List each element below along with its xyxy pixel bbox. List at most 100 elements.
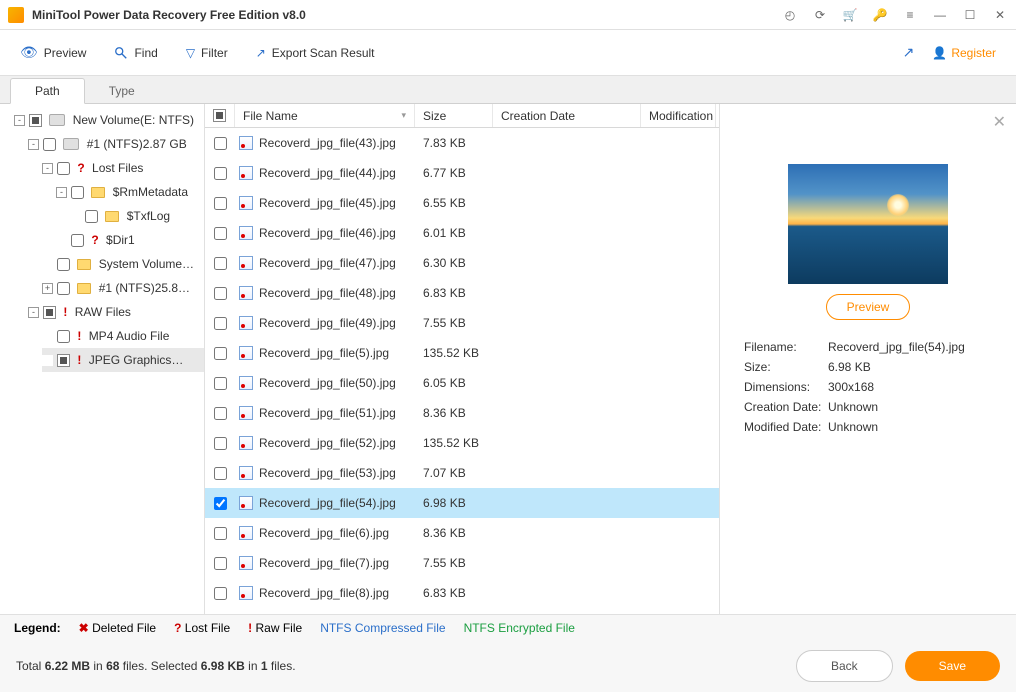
- file-row[interactable]: Recoverd_jpg_file(43).jpg7.83 KB: [205, 128, 719, 158]
- share-icon[interactable]: ↗: [903, 44, 915, 61]
- checkbox-mixed[interactable]: [43, 306, 56, 319]
- collapse-icon[interactable]: -: [42, 163, 53, 174]
- find-button[interactable]: Find: [114, 46, 157, 60]
- preview-open-button[interactable]: Preview: [826, 294, 911, 320]
- checkbox[interactable]: [43, 138, 56, 151]
- checkbox-mixed[interactable]: [57, 354, 70, 367]
- file-size: 135.52 KB: [415, 436, 493, 450]
- tree-item[interactable]: - #1 (NTFS)2.87 GB: [28, 132, 204, 156]
- file-size: 6.77 KB: [415, 166, 493, 180]
- tree-item[interactable]: - New Volume(E: NTFS): [14, 108, 204, 132]
- tree-item[interactable]: $TxfLog: [70, 204, 204, 228]
- maximize-icon[interactable]: ☐: [962, 8, 978, 22]
- checkbox-mixed[interactable]: [29, 114, 42, 127]
- file-row[interactable]: Recoverd_jpg_file(53).jpg7.07 KB: [205, 458, 719, 488]
- tree-item[interactable]: ? $Dir1: [56, 228, 204, 252]
- file-checkbox[interactable]: [214, 497, 227, 510]
- tree-item[interactable]: - ? Lost Files: [42, 156, 204, 180]
- tree-item[interactable]: System Volume…: [42, 252, 204, 276]
- file-row[interactable]: Recoverd_jpg_file(7).jpg7.55 KB: [205, 548, 719, 578]
- file-row[interactable]: Recoverd_jpg_file(8).jpg6.83 KB: [205, 578, 719, 608]
- file-checkbox[interactable]: [214, 437, 227, 450]
- clock-icon[interactable]: ◴: [782, 8, 798, 22]
- tab-path[interactable]: Path: [10, 78, 85, 104]
- menu-icon[interactable]: ≡: [902, 8, 918, 22]
- close-preview-icon[interactable]: ✕: [993, 112, 1006, 132]
- file-checkbox[interactable]: [214, 137, 227, 150]
- tree-item[interactable]: + #1 (NTFS)25.8…: [42, 276, 204, 300]
- file-checkbox[interactable]: [214, 377, 227, 390]
- file-checkbox[interactable]: [214, 167, 227, 180]
- legend-compressed: NTFS Compressed File: [320, 621, 445, 635]
- file-row[interactable]: Recoverd_jpg_file(6).jpg8.36 KB: [205, 518, 719, 548]
- collapse-icon[interactable]: -: [56, 187, 67, 198]
- tree-item[interactable]: - $RmMetadata: [56, 180, 204, 204]
- file-checkbox[interactable]: [214, 227, 227, 240]
- file-checkbox[interactable]: [214, 347, 227, 360]
- filter-button[interactable]: ▽Filter: [186, 46, 228, 60]
- tab-type[interactable]: Type: [85, 79, 159, 103]
- file-checkbox[interactable]: [214, 527, 227, 540]
- checkbox[interactable]: [57, 162, 70, 175]
- tree-item[interactable]: ! MP4 Audio File: [42, 324, 204, 348]
- jpg-icon: [239, 226, 253, 240]
- column-header-size[interactable]: Size: [415, 104, 493, 127]
- key-icon[interactable]: 🔑: [872, 8, 888, 22]
- file-row[interactable]: Recoverd_jpg_file(5).jpg135.52 KB: [205, 338, 719, 368]
- collapse-icon[interactable]: -: [28, 139, 39, 150]
- collapse-icon[interactable]: -: [14, 115, 25, 126]
- file-checkbox[interactable]: [214, 287, 227, 300]
- tree-item[interactable]: - ! RAW Files: [28, 300, 204, 324]
- folder-icon: [77, 259, 91, 270]
- file-row[interactable]: Recoverd_jpg_file(44).jpg6.77 KB: [205, 158, 719, 188]
- tree-item-selected[interactable]: ! JPEG Graphics…: [42, 348, 204, 372]
- select-all-checkbox[interactable]: [213, 109, 226, 122]
- file-row[interactable]: Recoverd_jpg_file(45).jpg6.55 KB: [205, 188, 719, 218]
- register-button[interactable]: 👤Register: [932, 46, 996, 60]
- close-icon[interactable]: ✕: [992, 8, 1008, 22]
- file-row[interactable]: Recoverd_jpg_file(52).jpg135.52 KB: [205, 428, 719, 458]
- checkbox[interactable]: [57, 258, 70, 271]
- back-button[interactable]: Back: [796, 650, 893, 682]
- preview-button[interactable]: 👁Preview: [20, 44, 86, 61]
- column-header-name[interactable]: File Name▾: [235, 104, 415, 127]
- file-checkbox[interactable]: [214, 407, 227, 420]
- drive-icon: [63, 138, 79, 150]
- file-checkbox[interactable]: [214, 257, 227, 270]
- file-row[interactable]: Recoverd_jpg_file(54).jpg6.98 KB: [205, 488, 719, 518]
- file-row[interactable]: Recoverd_jpg_file(49).jpg7.55 KB: [205, 308, 719, 338]
- checkbox[interactable]: [85, 210, 98, 223]
- expand-icon[interactable]: +: [42, 283, 53, 294]
- tree-label: $TxfLog: [127, 209, 170, 223]
- file-checkbox[interactable]: [214, 197, 227, 210]
- save-button[interactable]: Save: [905, 651, 1000, 681]
- file-row[interactable]: Recoverd_jpg_file(48).jpg6.83 KB: [205, 278, 719, 308]
- jpg-icon: [239, 316, 253, 330]
- file-row[interactable]: Recoverd_jpg_file(47).jpg6.30 KB: [205, 248, 719, 278]
- headset-icon[interactable]: ⟳: [812, 8, 828, 22]
- checkbox[interactable]: [71, 234, 84, 247]
- collapse-icon[interactable]: -: [28, 307, 39, 318]
- minimize-icon[interactable]: —: [932, 8, 948, 22]
- column-header-creation[interactable]: Creation Date: [493, 104, 641, 127]
- file-size: 6.05 KB: [415, 376, 493, 390]
- file-row[interactable]: Recoverd_jpg_file(50).jpg6.05 KB: [205, 368, 719, 398]
- checkbox[interactable]: [57, 330, 70, 343]
- file-checkbox[interactable]: [214, 587, 227, 600]
- file-checkbox[interactable]: [214, 557, 227, 570]
- folder-tree[interactable]: - New Volume(E: NTFS) - #1 (NTFS)2.87 GB…: [0, 104, 205, 614]
- cart-icon[interactable]: 🛒: [842, 8, 858, 22]
- file-checkbox[interactable]: [214, 467, 227, 480]
- checkbox[interactable]: [57, 282, 70, 295]
- column-header-modification[interactable]: Modification: [641, 104, 716, 127]
- file-row[interactable]: Recoverd_jpg_file(46).jpg6.01 KB: [205, 218, 719, 248]
- file-size: 7.55 KB: [415, 316, 493, 330]
- file-size: 6.83 KB: [415, 586, 493, 600]
- file-row[interactable]: Recoverd_jpg_file(51).jpg8.36 KB: [205, 398, 719, 428]
- meta-key: Creation Date:: [744, 400, 828, 414]
- file-checkbox[interactable]: [214, 317, 227, 330]
- export-button[interactable]: ↗Export Scan Result: [256, 46, 375, 60]
- list-body[interactable]: Recoverd_jpg_file(43).jpg7.83 KBRecoverd…: [205, 128, 719, 614]
- tree-label: JPEG Graphics…: [89, 353, 184, 367]
- checkbox[interactable]: [71, 186, 84, 199]
